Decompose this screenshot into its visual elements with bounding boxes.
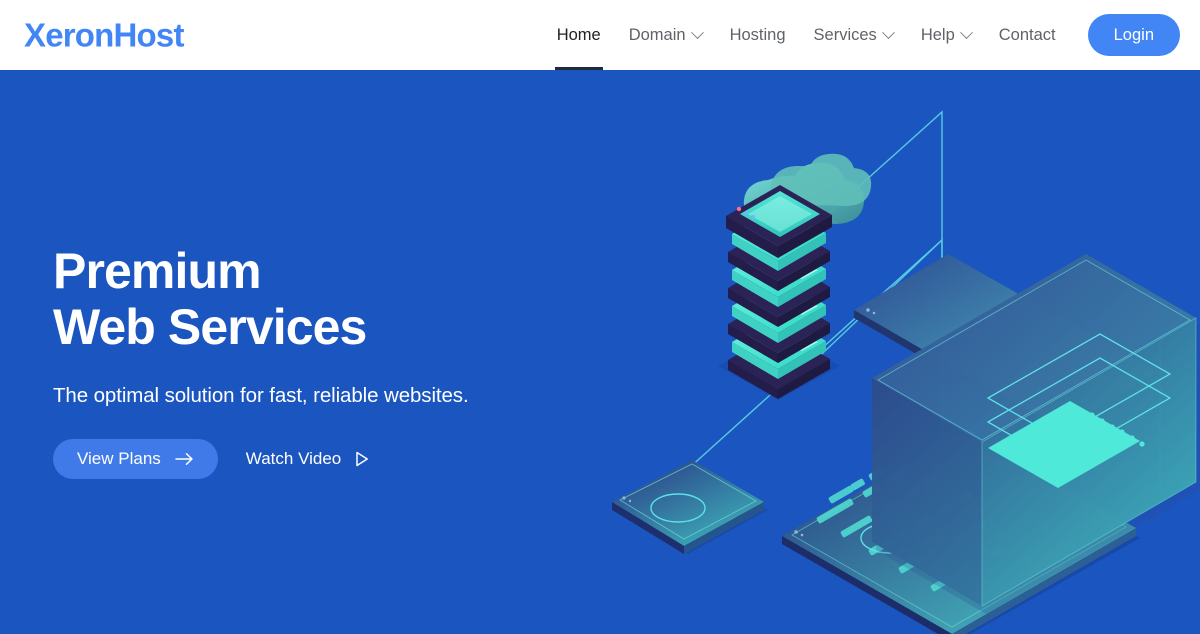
view-plans-button[interactable]: View Plans — [53, 439, 218, 479]
nav-item-services-label: Services — [813, 25, 877, 44]
hero-title-line-2: Web Services — [53, 299, 367, 355]
nav-item-domain[interactable]: Domain — [615, 0, 716, 70]
hero-title-line-1: Premium — [53, 243, 262, 299]
main-navigation: Home Domain Hosting Services Help Contac… — [543, 0, 1190, 70]
isometric-cloud-hosting-illustration — [612, 110, 1200, 634]
watch-video-label: Watch Video — [245, 449, 342, 468]
hero-cta-group: View Plans Watch Video — [53, 439, 573, 479]
chevron-down-icon — [881, 25, 895, 39]
nav-item-home[interactable]: Home — [543, 0, 615, 70]
nav-item-domain-label: Domain — [628, 25, 686, 44]
nav-active-underline — [554, 67, 603, 70]
watch-video-button[interactable]: Watch Video — [246, 449, 369, 469]
nav-item-hosting[interactable]: Hosting — [716, 0, 800, 70]
site-logo[interactable]: XeronHost — [24, 19, 184, 52]
site-header: XeronHost Home Domain Hosting Services H… — [0, 0, 1200, 70]
server-rack-tower — [718, 185, 840, 400]
login-button[interactable]: Login — [1087, 14, 1180, 56]
site-logo-text: XeronHost — [24, 16, 184, 54]
arrow-right-icon — [175, 453, 193, 465]
hero-illustration — [600, 70, 1200, 634]
nav-item-services[interactable]: Services — [800, 0, 907, 70]
hero-copy: Premium Web Services The optimal solutio… — [53, 243, 573, 479]
nav-item-help[interactable]: Help — [907, 0, 985, 70]
play-triangle-icon — [356, 451, 369, 467]
hero-section: Premium Web Services The optimal solutio… — [0, 70, 1200, 634]
chevron-down-icon — [959, 25, 973, 39]
nav-item-help-label: Help — [920, 25, 955, 44]
nav-item-home-label: Home — [556, 25, 601, 44]
nav-item-contact-label: Contact — [998, 25, 1056, 44]
hero-subtitle: The optimal solution for fast, reliable … — [53, 384, 469, 407]
nav-item-contact[interactable]: Contact — [985, 0, 1070, 70]
tablet-device — [612, 460, 768, 554]
chevron-down-icon — [690, 25, 704, 39]
page-root: XeronHost Home Domain Hosting Services H… — [0, 0, 1200, 634]
view-plans-label: View Plans — [77, 449, 161, 468]
page-title: Premium Web Services — [53, 243, 573, 355]
nav-item-hosting-label: Hosting — [729, 25, 786, 44]
